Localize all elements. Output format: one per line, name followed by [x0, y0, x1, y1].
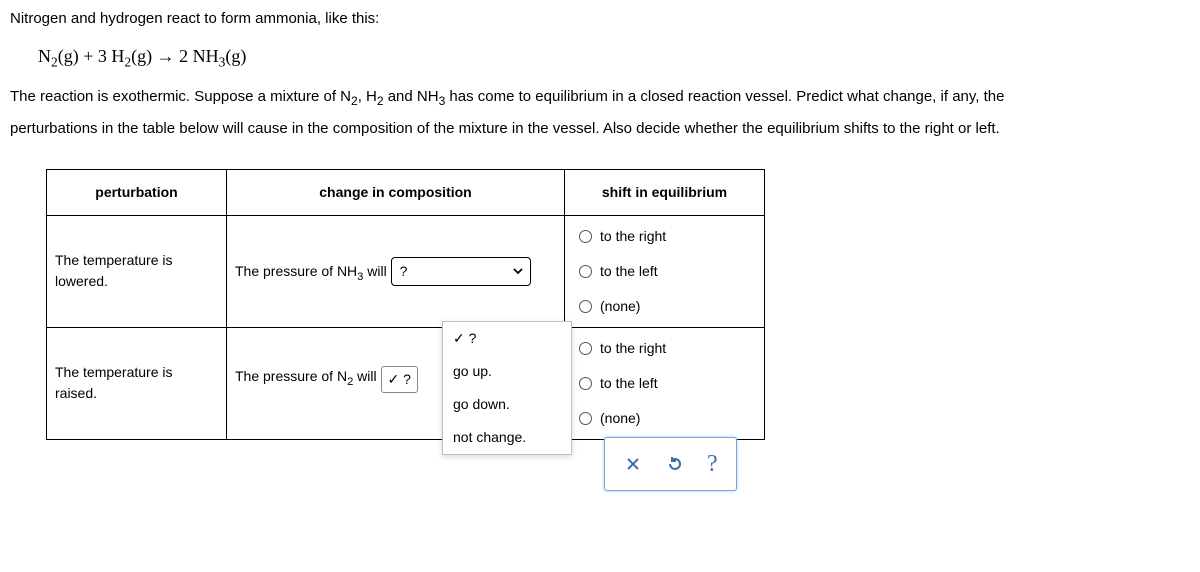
radio-none-2[interactable]: (none) — [579, 408, 750, 429]
radio-right-1[interactable]: to the right — [579, 226, 750, 247]
radio-left-2[interactable]: to the left — [579, 373, 750, 394]
intro-text: Nitrogen and hydrogen react to form ammo… — [10, 8, 1190, 31]
dropdown-option-go-down[interactable]: go down. — [443, 388, 571, 421]
chevron-down-icon — [512, 265, 524, 277]
change-cell-1: The pressure of NH3 will ? — [227, 215, 565, 327]
close-icon[interactable] — [623, 454, 643, 474]
dropdown-options-list[interactable]: ? go up. go down. not change. — [442, 321, 572, 455]
radio-label: to the left — [600, 261, 658, 282]
shift-cell-2: to the right to the left (none) — [565, 327, 765, 439]
header-perturbation: perturbation — [47, 169, 227, 215]
action-bar: ? — [604, 437, 737, 491]
radio-icon — [579, 300, 592, 313]
radio-label: to the left — [600, 373, 658, 394]
change-prefix-1: The pressure of NH3 will — [235, 263, 387, 279]
description-line-2: perturbations in the table below will ca… — [10, 118, 1190, 141]
radio-right-2[interactable]: to the right — [579, 338, 750, 359]
change-prefix-2: The pressure of N2 will — [235, 368, 377, 384]
select-value-2: ✓ — [388, 371, 404, 387]
help-icon[interactable]: ? — [707, 446, 718, 482]
radio-left-1[interactable]: to the left — [579, 261, 750, 282]
header-change: change in composition — [227, 169, 565, 215]
equilibrium-table: perturbation change in composition shift… — [46, 169, 765, 440]
table-container: perturbation change in composition shift… — [46, 169, 1190, 440]
dropdown-option-go-up[interactable]: go up. — [443, 355, 571, 388]
dropdown-option-placeholder[interactable]: ? — [443, 322, 571, 355]
dropdown-option-not-change[interactable]: not change. — [443, 421, 571, 454]
chemical-equation: N2(g) + 3 H2(g) → 2 NH3(g) — [38, 43, 1190, 73]
radio-label: (none) — [600, 296, 640, 317]
header-shift: shift in equilibrium — [565, 169, 765, 215]
radio-none-1[interactable]: (none) — [579, 296, 750, 317]
radio-label: (none) — [600, 408, 640, 429]
shift-cell-1: to the right to the left (none) — [565, 215, 765, 327]
radio-icon — [579, 377, 592, 390]
perturbation-cell-2: The temperature is raised. — [47, 327, 227, 439]
radio-label: to the right — [600, 338, 666, 359]
select-value-1: ? — [400, 263, 408, 279]
radio-icon — [579, 342, 592, 355]
change-select-1[interactable]: ? — [391, 257, 531, 286]
change-select-2[interactable]: ✓ ? — [381, 366, 418, 393]
perturbation-cell-1: The temperature is lowered. — [47, 215, 227, 327]
radio-label: to the right — [600, 226, 666, 247]
reset-icon[interactable] — [665, 454, 685, 474]
radio-icon — [579, 230, 592, 243]
radio-icon — [579, 412, 592, 425]
description-line-1: The reaction is exothermic. Suppose a mi… — [10, 86, 1190, 110]
radio-icon — [579, 265, 592, 278]
